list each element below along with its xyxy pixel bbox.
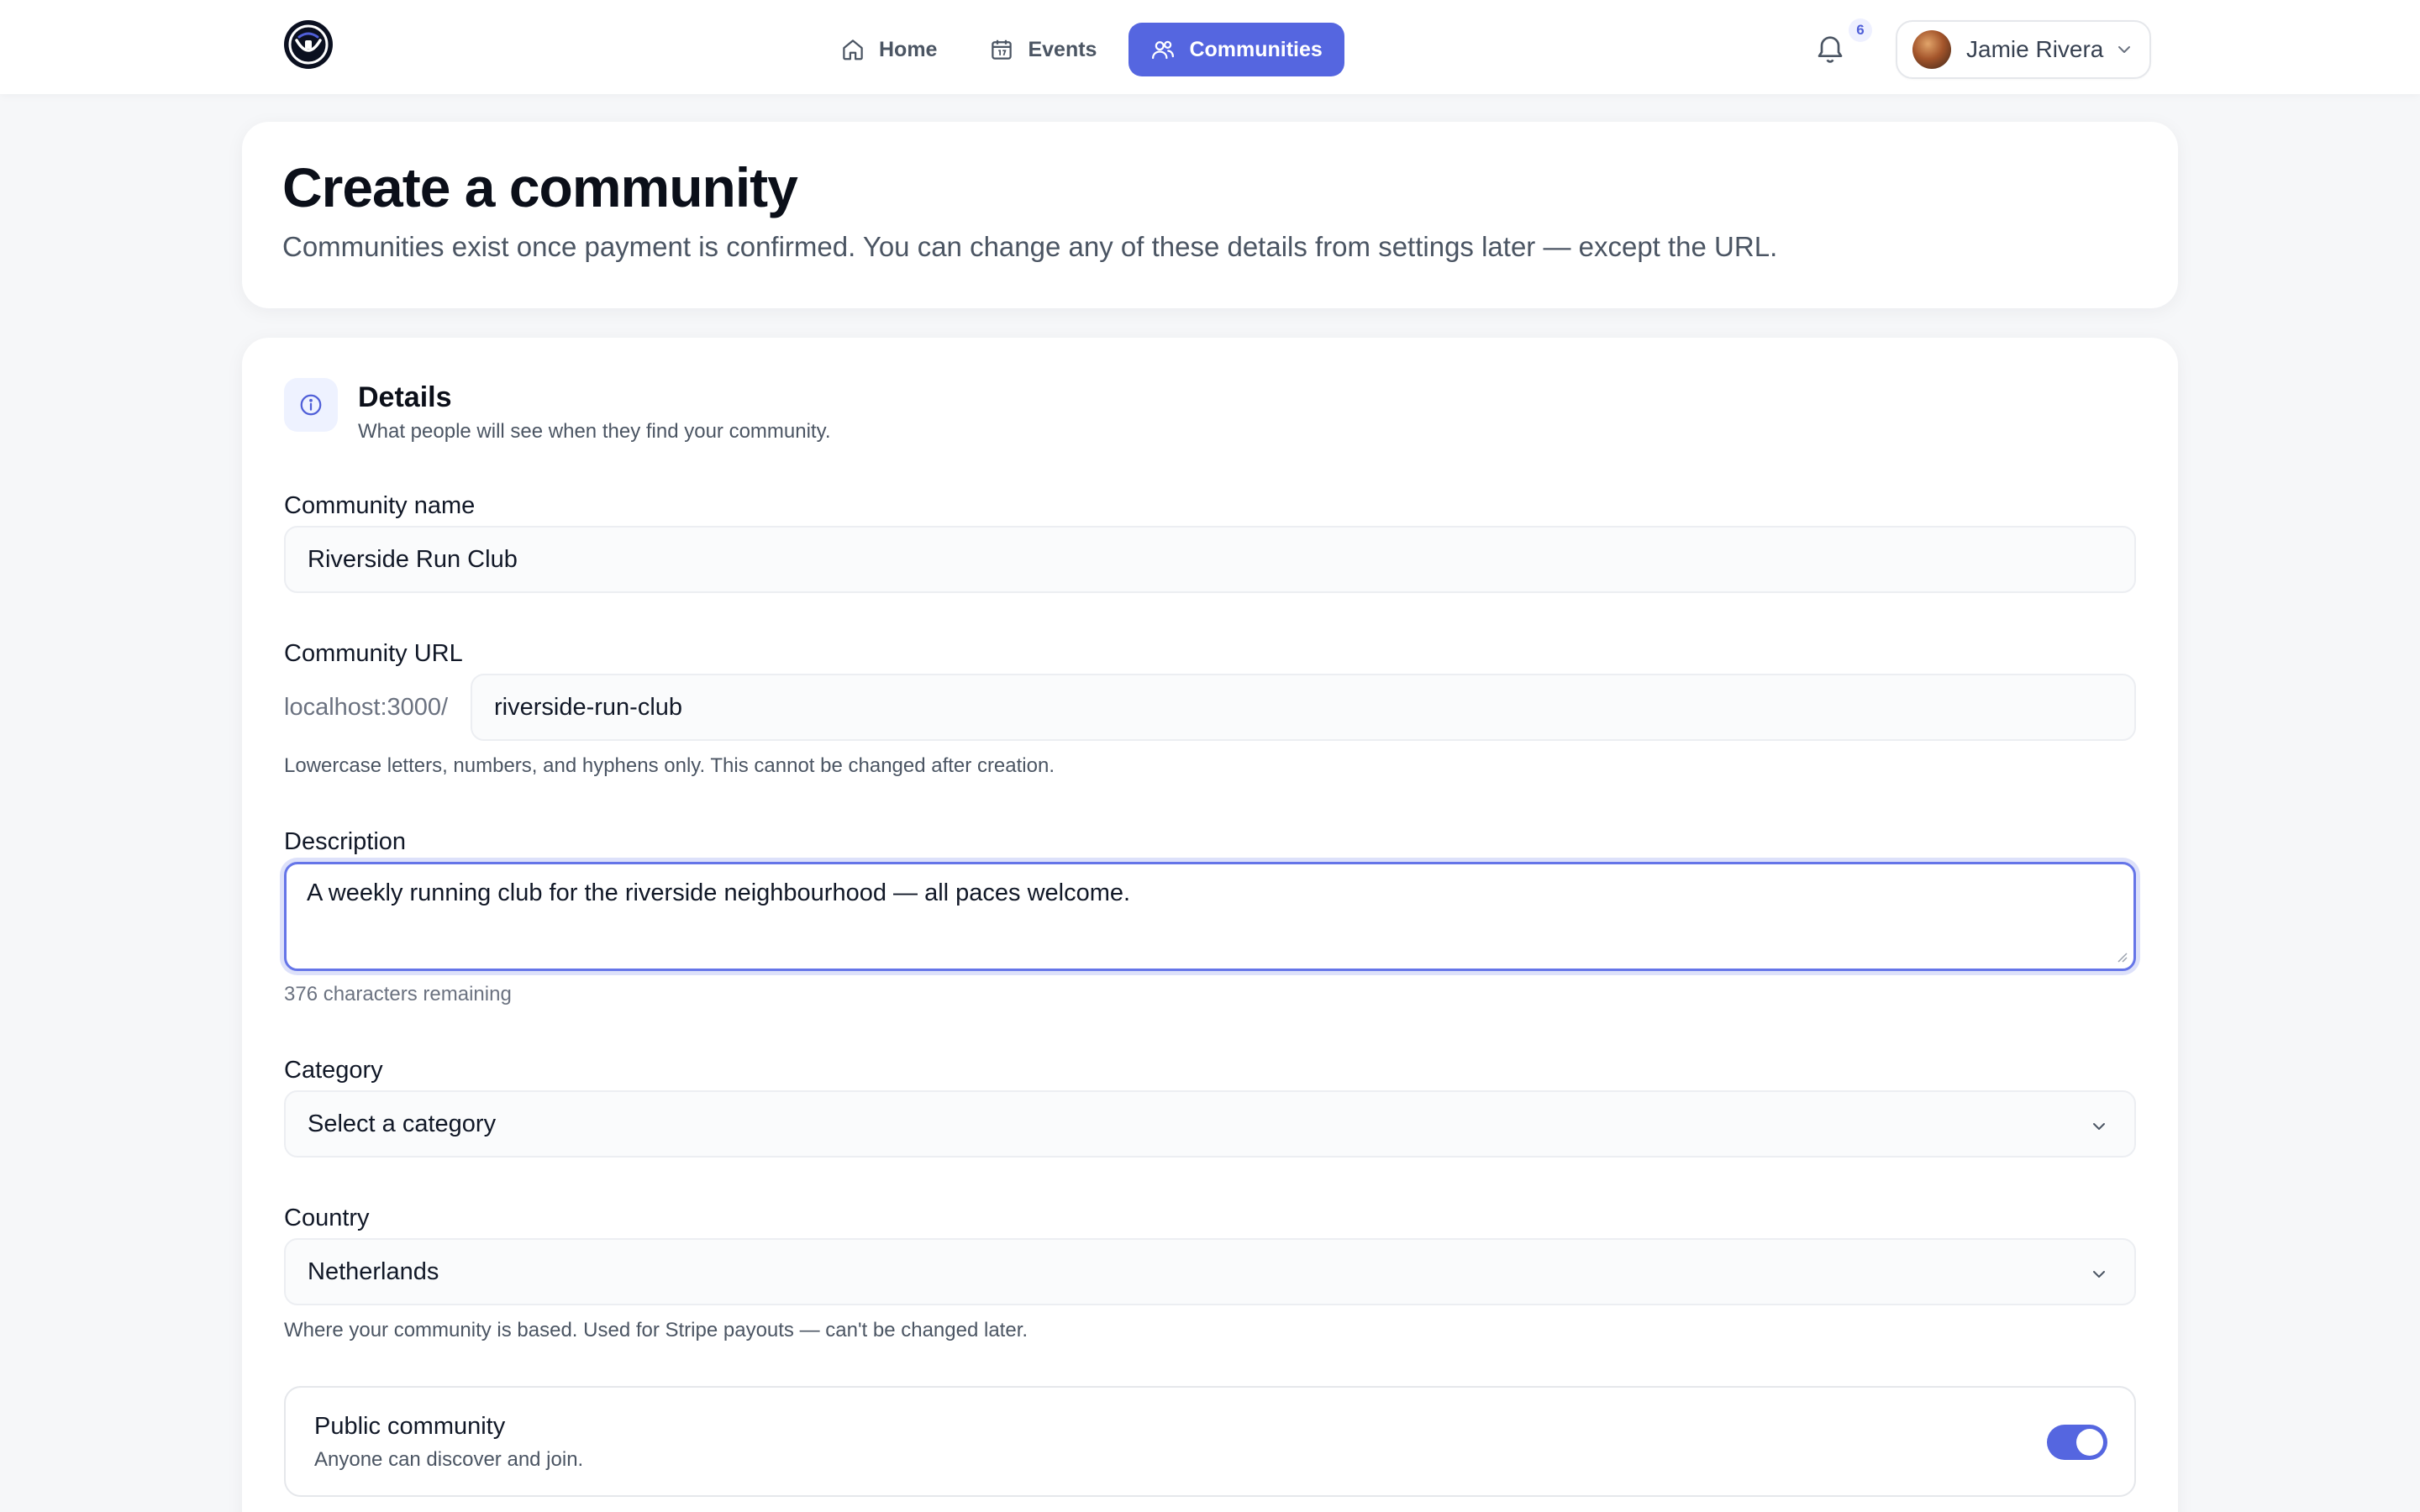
- bell-icon: [1818, 36, 1843, 63]
- page-title: Create a community: [282, 156, 798, 218]
- notification-count-badge: 6: [1849, 18, 1872, 42]
- url-prefix: localhost:3000/: [284, 694, 449, 721]
- app-logo[interactable]: [282, 18, 334, 71]
- community-name-input[interactable]: Riverside Run Club: [284, 526, 2136, 593]
- nav-communities-label: Communities: [1189, 37, 1323, 61]
- notifications-button[interactable]: [1813, 32, 1847, 66]
- logo-icon: [284, 20, 333, 69]
- chevron-down-icon: [2093, 1271, 2105, 1278]
- public-community-row: Public community Anyone can discover and…: [284, 1386, 2136, 1497]
- country-label: Country: [284, 1205, 370, 1231]
- nav-home[interactable]: Home: [820, 23, 957, 76]
- section-title: Details: [358, 381, 452, 413]
- main-nav: Home Events Communities: [820, 23, 1344, 76]
- chevron-down-icon: [2118, 46, 2130, 53]
- community-url-label: Community URL: [284, 640, 463, 667]
- community-name-value: Riverside Run Club: [308, 545, 518, 573]
- community-name-label: Community name: [284, 492, 476, 519]
- calendar-icon: [992, 39, 1013, 60]
- nav-events[interactable]: Events: [969, 23, 1117, 76]
- description-label: Description: [284, 828, 407, 855]
- resize-handle-icon[interactable]: [2115, 950, 2128, 963]
- community-url-value: riverside-run-club: [494, 693, 683, 721]
- country-value: Netherlands: [308, 1257, 439, 1285]
- toggle-knob: [2076, 1429, 2103, 1456]
- community-url-input[interactable]: riverside-run-club: [471, 674, 2136, 741]
- public-community-toggle[interactable]: [2047, 1425, 2107, 1460]
- chevron-down-icon: [2093, 1123, 2105, 1130]
- category-value: Select a category: [308, 1110, 497, 1137]
- info-icon: [300, 394, 322, 416]
- details-form-card: Details What people will see when they f…: [242, 338, 2178, 1512]
- category-select[interactable]: Select a category: [284, 1090, 2136, 1158]
- nav-communities[interactable]: Communities: [1128, 23, 1344, 76]
- top-navigation: Home Events Communities 6 Jamie Rivera: [0, 0, 2420, 94]
- public-community-title: Public community: [314, 1413, 506, 1440]
- nav-home-label: Home: [879, 37, 938, 61]
- page-subtitle: Communities exist once payment is confir…: [282, 231, 1778, 262]
- home-icon: [843, 39, 863, 60]
- description-textarea[interactable]: A weekly running club for the riverside …: [284, 862, 2136, 971]
- description-char-count: 376 characters remaining: [284, 983, 512, 1005]
- user-menu-button[interactable]: Jamie Rivera: [1896, 20, 2151, 79]
- avatar: [1912, 30, 1951, 69]
- details-section-icon: [284, 378, 338, 432]
- nav-events-label: Events: [1028, 37, 1097, 61]
- section-subtitle: What people will see when they find your…: [358, 420, 831, 443]
- user-name: Jamie Rivera: [1966, 36, 2104, 62]
- country-help: Where your community is based. Used for …: [284, 1319, 1028, 1341]
- community-url-help: Lowercase letters, numbers, and hyphens …: [284, 754, 1055, 777]
- category-label: Category: [284, 1057, 383, 1084]
- description-value: A weekly running club for the riverside …: [307, 879, 1131, 906]
- country-select[interactable]: Netherlands: [284, 1238, 2136, 1305]
- users-icon: [1152, 40, 1175, 60]
- page-header-card: Create a community Communities exist onc…: [242, 122, 2178, 308]
- public-community-subtitle: Anyone can discover and join.: [314, 1448, 584, 1471]
